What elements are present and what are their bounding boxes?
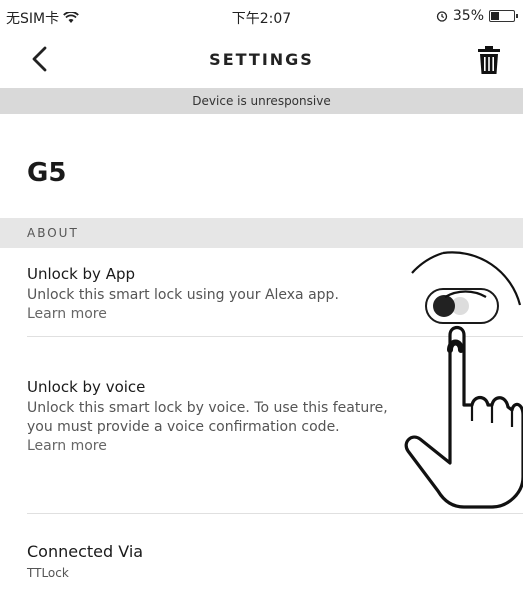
divider [27,336,523,337]
unlock-by-voice-row: Unlock by voice Unlock this smart lock b… [27,378,412,456]
unlock-by-app-row: Unlock by App Unlock this smart lock usi… [27,265,407,324]
unlock-by-voice-description: Unlock this smart lock by voice. To use … [27,400,388,435]
divider [27,513,523,514]
page-title: SETTINGS [209,50,314,69]
alarm-icon [436,11,448,22]
unlock-by-voice-learn-more[interactable]: Learn more [27,437,412,456]
unresponsive-banner: Device is unresponsive [0,88,523,114]
connected-via-title: Connected Via [27,542,144,561]
connected-via-value: TTLock [27,566,69,580]
unlock-by-voice-title: Unlock by voice [27,378,146,396]
navigation-bar: SETTINGS [0,34,523,86]
section-header-about: ABOUT [0,218,523,248]
battery-percent: 35% [452,8,484,24]
battery-fill [491,12,499,20]
unlock-by-app-title: Unlock by App [27,265,136,283]
trash-icon[interactable] [475,44,503,76]
battery-icon [489,10,518,22]
connected-via-row: Connected Via TTLock [27,542,407,583]
unlock-by-app-learn-more[interactable]: Learn more [27,305,407,324]
unlock-by-app-toggle[interactable] [425,288,499,324]
unlock-by-app-description: Unlock this smart lock using your Alexa … [27,287,339,303]
status-bar: 无SIM卡 下午2:07 35% [0,0,523,34]
device-name: G5 [27,158,67,188]
status-right: 35% [436,8,518,24]
toggle-knob [433,295,455,317]
